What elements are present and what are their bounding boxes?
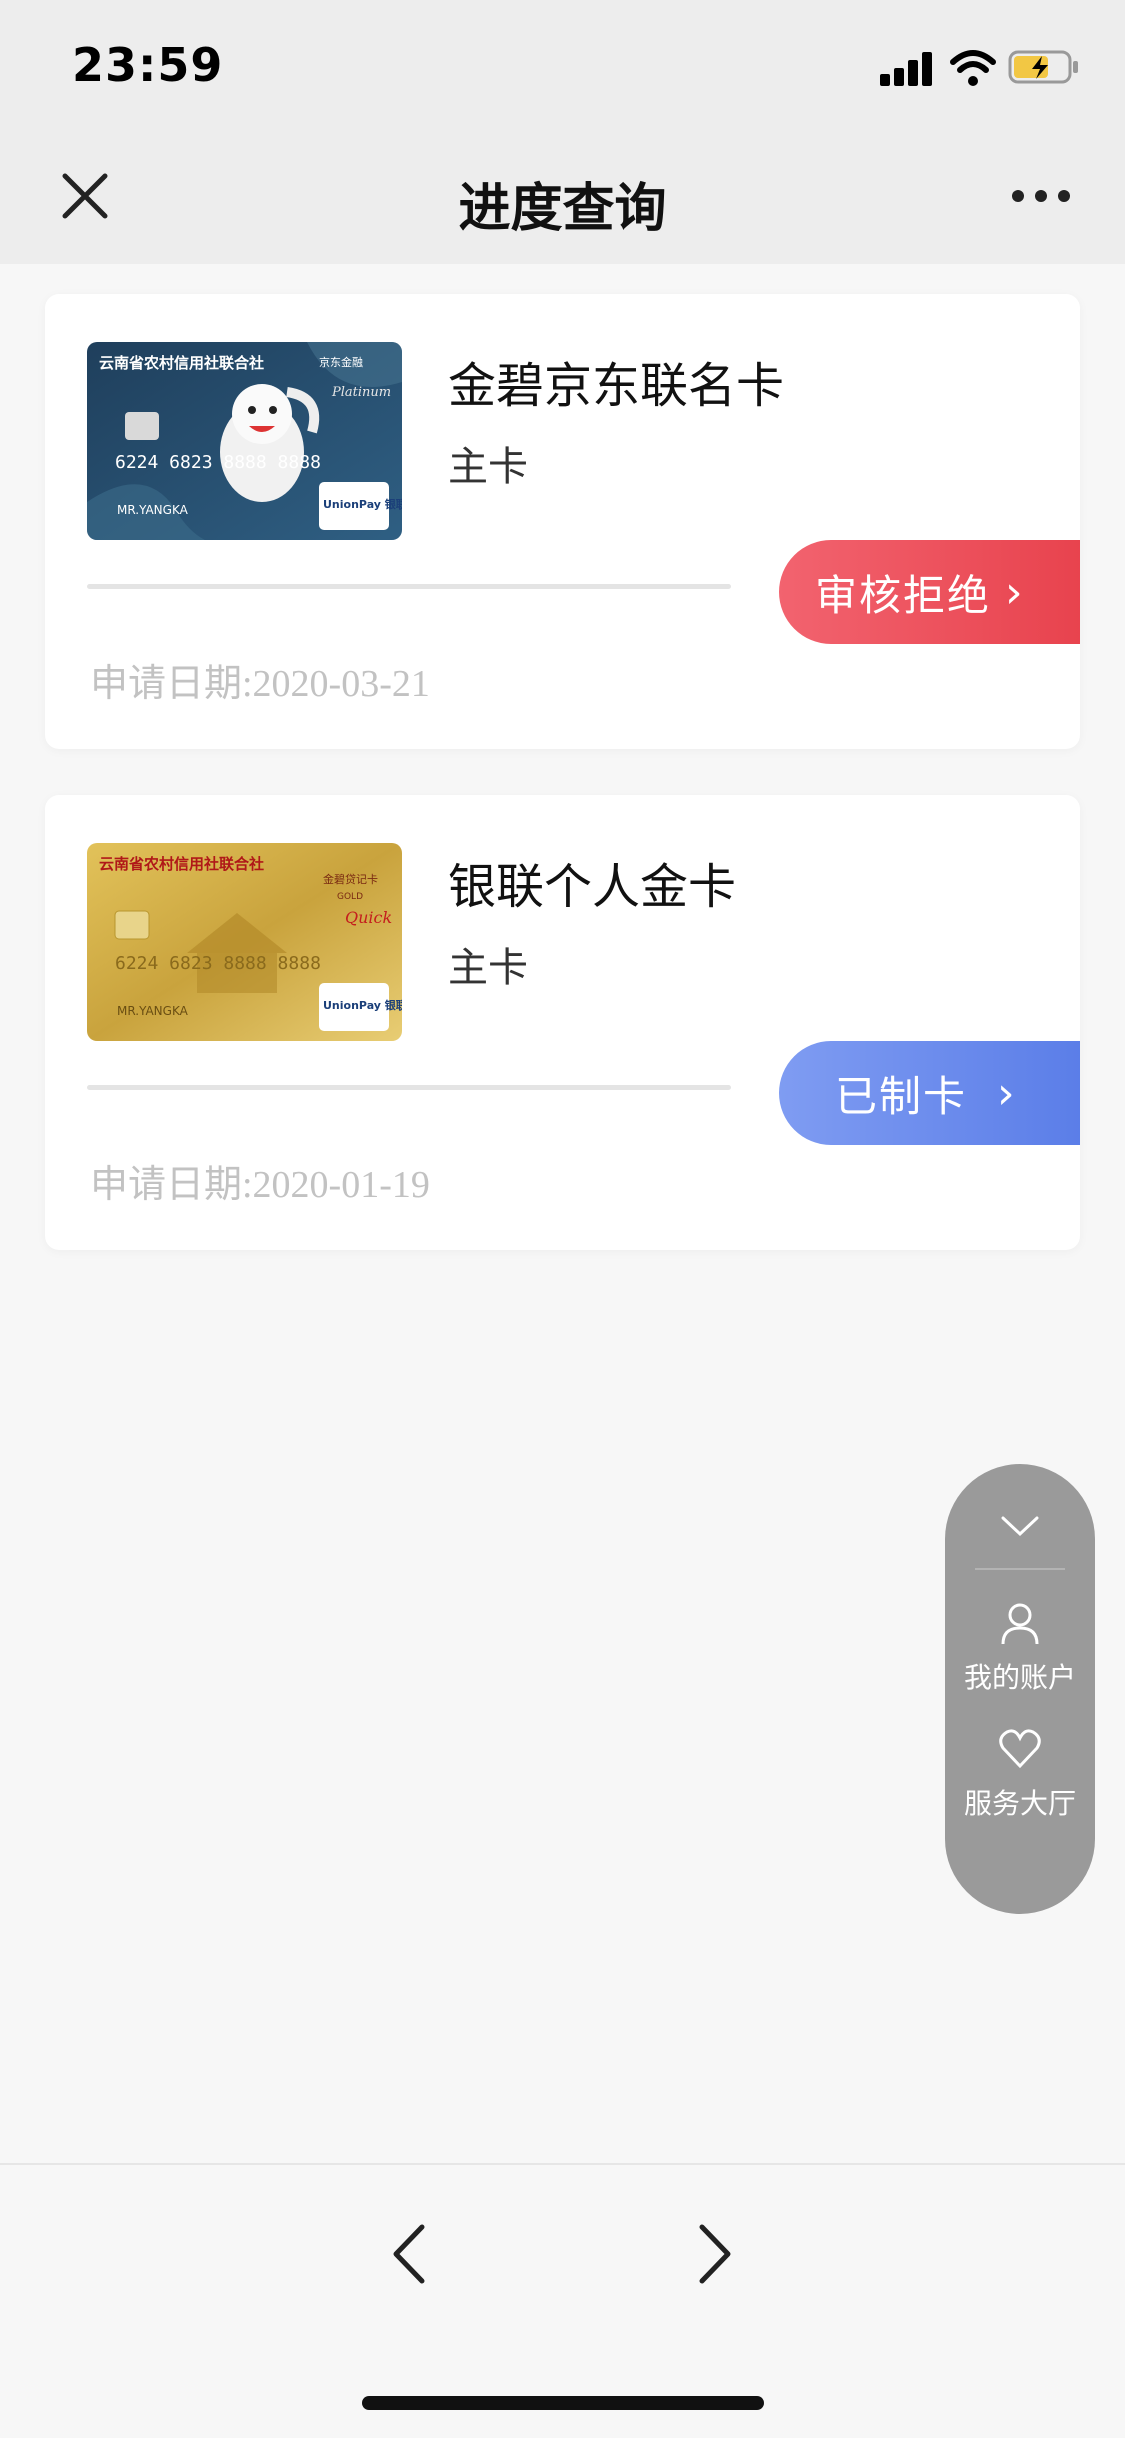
card-product-name: 银联个人金卡	[448, 859, 737, 915]
heart-hands-icon[interactable]	[997, 1726, 1043, 1772]
divider	[975, 1568, 1065, 1570]
credit-card-image: 云南省农村信用社联合社 京东金融 Platinum 6224 6823 8888…	[87, 342, 402, 540]
card-bank-name: 云南省农村信用社联合社	[99, 354, 264, 372]
card-number: 6224 6823 8888 8888	[115, 452, 321, 473]
card-brand: 金碧贷记卡	[323, 872, 378, 886]
status-time: 23:59	[72, 38, 224, 92]
card-number: 6224 6823 8888 8888	[115, 953, 321, 974]
card-network: UnionPay 银联	[323, 998, 402, 1012]
divider	[87, 1085, 731, 1090]
status-label: 审核拒绝	[815, 570, 992, 620]
divider	[87, 584, 731, 589]
user-icon[interactable]	[997, 1600, 1043, 1646]
chevron-right-icon: ›	[1005, 566, 1025, 618]
card-tier: Platinum	[331, 385, 391, 400]
wifi-icon	[950, 50, 996, 86]
card-type: 主卡	[448, 444, 528, 490]
signal-icon	[880, 52, 934, 86]
card-tier: GOLD	[337, 892, 363, 902]
chevron-down-icon[interactable]	[997, 1510, 1043, 1540]
home-indicator	[362, 2396, 764, 2410]
card-network: UnionPay 银联	[323, 497, 402, 511]
page-title: 进度查询	[458, 179, 667, 239]
card-bank-name: 云南省农村信用社联合社	[99, 855, 264, 873]
application-card[interactable]: 云南省农村信用社联合社 京东金融 Platinum 6224 6823 8888…	[45, 294, 1080, 749]
svg-text:Quick: Quick	[345, 908, 392, 927]
floating-menu: 我的账户 服务大厅	[945, 1464, 1095, 1914]
card-holder: MR.YANGKA	[117, 503, 189, 517]
more-options-icon[interactable]	[1012, 190, 1070, 206]
card-type: 主卡	[448, 945, 528, 991]
navigation-bar: 进度查询	[0, 132, 1125, 264]
card-product-name: 金碧京东联名卡	[448, 358, 785, 414]
application-date: 申请日期:2020-03-21	[90, 663, 430, 705]
card-brand: 京东金融	[319, 355, 363, 369]
application-date: 申请日期:2020-01-19	[90, 1164, 430, 1206]
my-account-label[interactable]: 我的账户	[945, 1656, 1095, 1696]
status-bar: 23:59	[0, 0, 1125, 132]
status-button[interactable]: 已制卡 ›	[779, 1041, 1080, 1145]
chevron-right-icon: ›	[997, 1067, 1017, 1119]
application-card[interactable]: 云南省农村信用社联合社 金碧贷记卡 GOLD Quick 6224 6823 8…	[45, 795, 1080, 1250]
status-label: 已制卡	[835, 1071, 968, 1121]
card-holder: MR.YANGKA	[117, 1004, 189, 1018]
service-hall-label[interactable]: 服务大厅	[945, 1782, 1095, 1822]
back-arrow-icon[interactable]	[386, 2221, 434, 2287]
forward-arrow-icon[interactable]	[690, 2221, 738, 2287]
status-button[interactable]: 审核拒绝 ›	[779, 540, 1080, 644]
battery-icon	[1008, 50, 1078, 84]
credit-card-image: 云南省农村信用社联合社 金碧贷记卡 GOLD Quick 6224 6823 8…	[87, 843, 402, 1041]
